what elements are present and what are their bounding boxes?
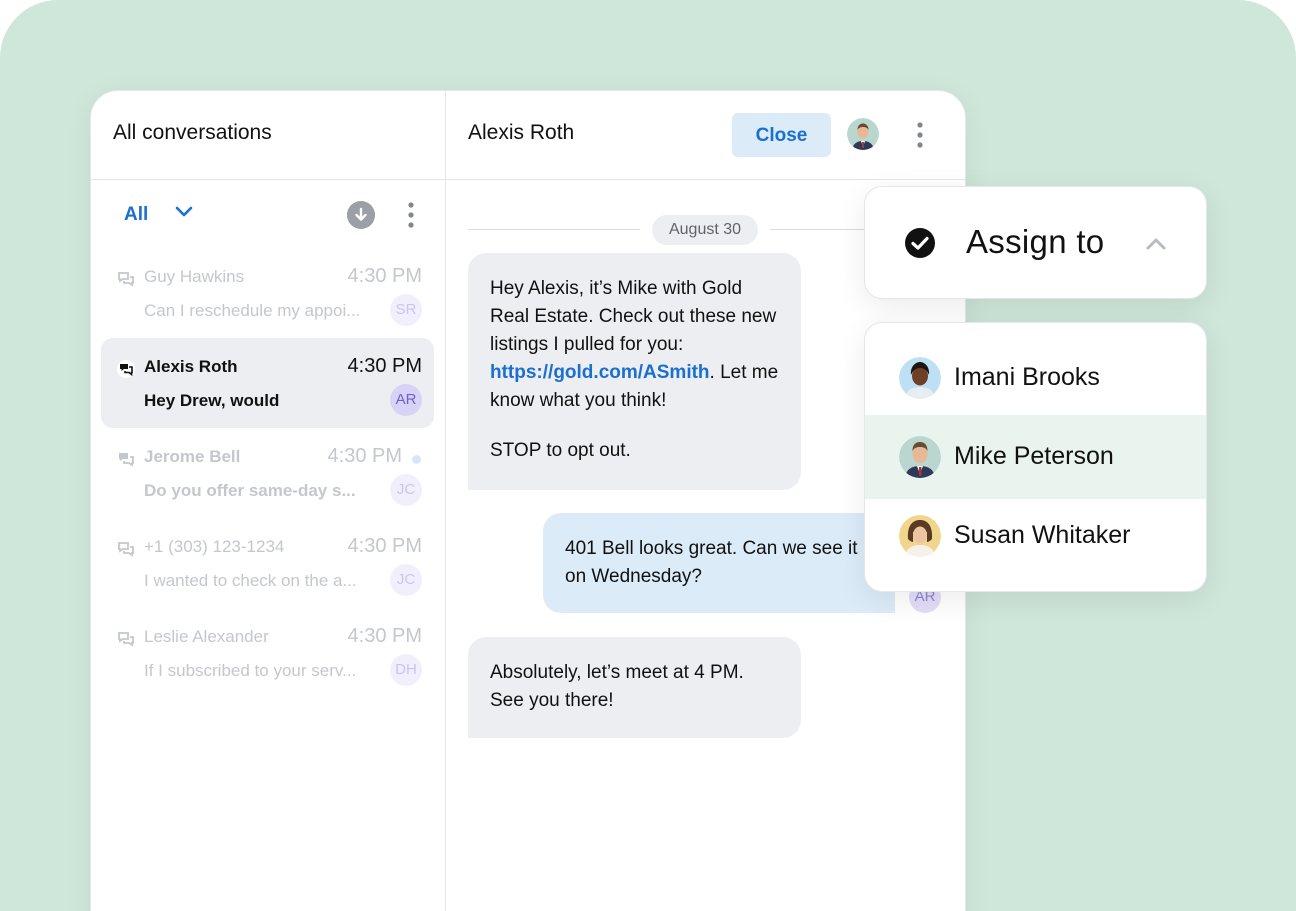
- assign-dropdown-header[interactable]: Assign to: [864, 186, 1207, 299]
- chevron-up-icon[interactable]: [1143, 231, 1169, 257]
- filter-dropdown[interactable]: All: [124, 204, 148, 226]
- chat-icon: [118, 542, 134, 557]
- agent-avatar: [899, 436, 941, 478]
- assign-title: Assign to: [966, 223, 1105, 260]
- agent-name: Mike Peterson: [954, 442, 1114, 470]
- conversation-list-pane: All conversations All Guy Hawkins 4:30 P…: [91, 91, 446, 911]
- conversation-name: +1 (303) 123-1234: [144, 537, 285, 556]
- agent-avatar: [899, 357, 941, 399]
- chat-icon: [118, 632, 134, 647]
- message-text: Hey Alexis, it’s Mike with Gold Real Est…: [490, 278, 777, 355]
- avatar: AR: [390, 384, 422, 416]
- message-text: Absolutely, let’s meet at 4 PM. See you …: [490, 662, 744, 711]
- conversation-preview: Can I reschedule my appoi...: [144, 301, 361, 320]
- unread-indicator: [412, 455, 421, 464]
- avatar: DH: [390, 654, 422, 686]
- chat-icon: [117, 360, 135, 378]
- conversation-name: Alexis Roth: [144, 357, 238, 376]
- conversation-item-active[interactable]: Alexis Roth 4:30 PM Hey Drew, would AR: [101, 338, 434, 428]
- assignee-avatar[interactable]: [847, 118, 879, 150]
- assign-agent-list: Imani Brooks Mike Peterson Susan Whitake…: [864, 322, 1207, 592]
- check-circle-icon: [905, 228, 935, 258]
- agent-option[interactable]: Imani Brooks: [865, 336, 1206, 420]
- opt-out-text: STOP to opt out.: [490, 440, 631, 461]
- conversation-list-title: All conversations: [113, 121, 272, 144]
- conversation-name: Guy Hawkins: [144, 267, 245, 286]
- download-icon[interactable]: [347, 201, 375, 229]
- agent-option[interactable]: Susan Whitaker: [865, 494, 1206, 578]
- conversation-item[interactable]: Leslie Alexander 4:30 PM If I subscribed…: [101, 608, 434, 698]
- inbox-window: All conversations All Guy Hawkins 4:30 P…: [90, 90, 970, 911]
- date-label: August 30: [652, 215, 758, 245]
- agent-name: Imani Brooks: [954, 363, 1100, 391]
- incoming-message: Absolutely, let’s meet at 4 PM. See you …: [468, 637, 801, 738]
- conversation-preview: Hey Drew, would: [144, 391, 280, 410]
- conversation-list-header: All conversations: [91, 91, 445, 180]
- conversation-time: 4:30 PM: [347, 535, 422, 557]
- conversation-time: 4:30 PM: [327, 445, 402, 467]
- conversation-item[interactable]: Jerome Bell 4:30 PM Do you offer same-da…: [101, 428, 434, 518]
- avatar: JC: [390, 474, 422, 506]
- chat-icon: [119, 453, 134, 467]
- avatar: SR: [390, 294, 422, 326]
- conversation-preview: I wanted to check on the a...: [144, 571, 357, 590]
- conversation-time: 4:30 PM: [347, 355, 422, 377]
- outgoing-message: 401 Bell looks great. Can we see it on W…: [543, 513, 895, 613]
- chevron-down-icon[interactable]: [173, 200, 195, 222]
- message-link[interactable]: https://gold.com/ASmith: [490, 362, 710, 383]
- filter-row: All: [91, 180, 445, 250]
- conversation-time: 4:30 PM: [347, 265, 422, 287]
- avatar: JC: [390, 564, 422, 596]
- close-button[interactable]: Close: [732, 113, 831, 157]
- conversation-preview: Do you offer same-day s...: [144, 481, 356, 500]
- agent-option-selected[interactable]: Mike Peterson: [865, 415, 1206, 499]
- conversation-time: 4:30 PM: [347, 625, 422, 647]
- more-options-icon[interactable]: [916, 121, 924, 149]
- message-text: 401 Bell looks great. Can we see it on W…: [565, 538, 858, 587]
- conversation-item[interactable]: Guy Hawkins 4:30 PM Can I reschedule my …: [101, 248, 434, 338]
- conversation-name: Leslie Alexander: [144, 627, 269, 646]
- agent-name: Susan Whitaker: [954, 521, 1131, 549]
- agent-avatar: [899, 515, 941, 557]
- conversation-name: Jerome Bell: [144, 447, 241, 466]
- contact-name: Alexis Roth: [468, 121, 575, 144]
- conversation-item[interactable]: +1 (303) 123-1234 4:30 PM I wanted to ch…: [101, 518, 434, 608]
- background: All conversations All Guy Hawkins 4:30 P…: [0, 0, 1296, 911]
- more-options-icon[interactable]: [407, 201, 415, 229]
- conversation-preview: If I subscribed to your serv...: [144, 661, 357, 680]
- chat-icon: [118, 272, 134, 287]
- divider-line: [468, 229, 640, 230]
- conversation-header: Alexis Roth Close: [446, 91, 965, 180]
- incoming-message: Hey Alexis, it’s Mike with Gold Real Est…: [468, 253, 801, 490]
